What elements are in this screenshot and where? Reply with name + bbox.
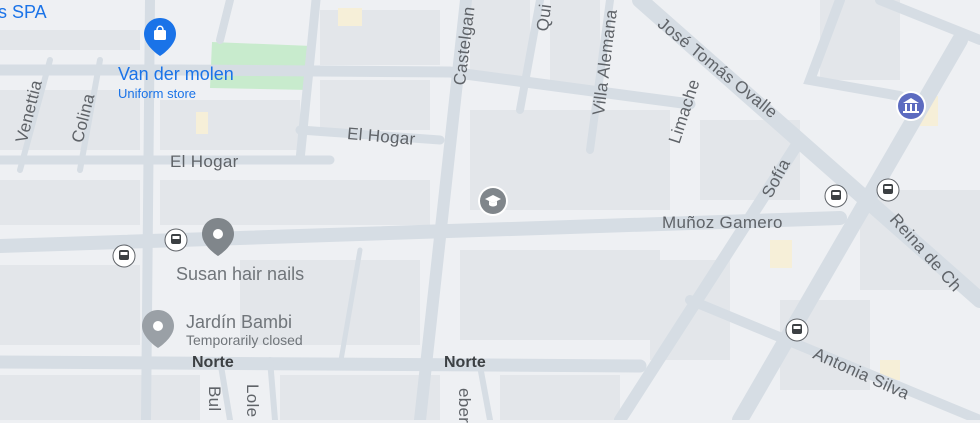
bus-stop-icon[interactable] bbox=[112, 244, 136, 268]
street-norte-right: Norte bbox=[444, 354, 486, 371]
museum-icon[interactable] bbox=[896, 91, 926, 121]
poi-top-left-label[interactable]: s SPA bbox=[0, 2, 47, 23]
poi-susan-hair-nails[interactable]: Susan hair nails bbox=[176, 264, 304, 285]
poi-van-der-molen-name[interactable]: Van der molen bbox=[118, 64, 234, 85]
bus-stop-icon[interactable] bbox=[785, 318, 809, 342]
street-quilpue: Qui bbox=[533, 2, 556, 33]
street-norte-left: Norte bbox=[192, 354, 234, 371]
graduation-cap-icon[interactable] bbox=[478, 186, 508, 216]
poi-jardin-bambi-status: Temporarily closed bbox=[186, 332, 303, 348]
street-lolenco: Lole bbox=[243, 384, 262, 418]
bus-stop-icon[interactable] bbox=[164, 228, 188, 252]
poi-van-der-molen-subtitle: Uniform store bbox=[118, 86, 197, 101]
poi-jardin-bambi-name[interactable]: Jardín Bambi bbox=[186, 312, 292, 333]
street-el-hogar-lower: El Hogar bbox=[170, 152, 239, 171]
street-bulnes: Bul bbox=[205, 386, 224, 412]
bus-stop-icon[interactable] bbox=[876, 178, 900, 202]
street-munoz-gamero: Muñoz Gamero bbox=[662, 213, 783, 232]
bus-stop-icon[interactable] bbox=[824, 184, 848, 208]
street-weber: eber bbox=[455, 388, 474, 423]
